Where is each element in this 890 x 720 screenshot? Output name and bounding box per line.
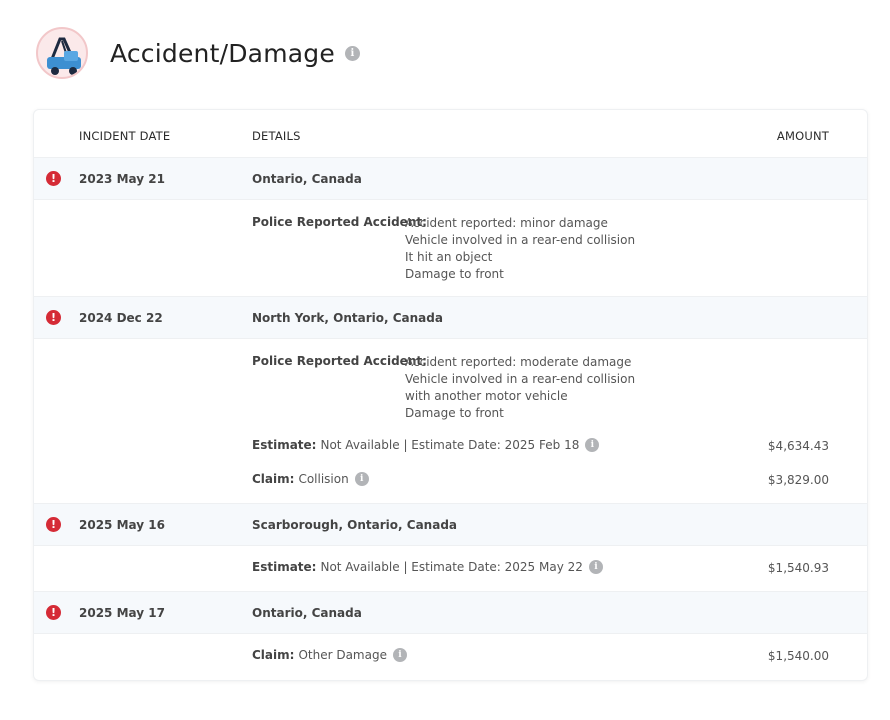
page-title: Accident/Damage [110, 38, 335, 68]
incident-date: 2024 Dec 22 [79, 311, 163, 325]
police-report-line: It hit an object [405, 250, 493, 264]
incident-row: ! 2024 Dec 22 North York, Ontario, Canad… [34, 297, 867, 339]
estimate-text: Not Available | Estimate Date: 2025 Feb … [320, 438, 580, 452]
alert-icon: ! [46, 310, 61, 325]
incident-row: ! 2025 May 16 Scarborough, Ontario, Cana… [34, 504, 867, 546]
alert-icon: ! [46, 171, 61, 186]
estimate-text: Not Available | Estimate Date: 2025 May … [320, 560, 583, 574]
incident-row: ! 2023 May 21 Ontario, Canada [34, 158, 867, 200]
info-icon[interactable]: i [344, 45, 360, 61]
tow-truck-icon [36, 27, 88, 79]
incident-details: Police Reported Accident: Accident repor… [34, 200, 867, 297]
incident-date: 2025 May 17 [79, 606, 165, 620]
info-icon[interactable]: i [354, 472, 369, 486]
claim-line: Claim: Other Damage i [252, 648, 407, 662]
incident-details: Police Reported Accident: Accident repor… [34, 339, 867, 504]
claim-line: Claim: Collision i [252, 472, 369, 486]
column-header-amount: AMOUNT [776, 129, 829, 143]
claim-text: Other Damage [298, 648, 387, 662]
claim-label: Claim: [252, 472, 295, 486]
police-report-line: Accident reported: minor damage [405, 216, 608, 230]
police-report-line: with another motor vehicle [405, 389, 568, 403]
incident-date: 2025 May 16 [79, 518, 165, 532]
incident-location: Scarborough, Ontario, Canada [252, 518, 458, 532]
incident-location: North York, Ontario, Canada [252, 311, 443, 325]
claim-label: Claim: [252, 648, 295, 662]
claim-amount: $3,829.00 [767, 473, 829, 487]
estimate-line: Estimate: Not Available | Estimate Date:… [252, 560, 603, 574]
incident-date: 2023 May 21 [79, 172, 165, 186]
police-report-lines: Accident reported: minor damage Vehicle … [405, 215, 635, 283]
police-report-line: Vehicle involved in a rear-end collision [405, 233, 636, 247]
claim-text: Collision [298, 472, 349, 486]
alert-icon: ! [46, 517, 61, 532]
info-icon[interactable]: i [588, 560, 603, 574]
police-report-line: Vehicle involved in a rear-end collision [405, 372, 636, 386]
estimate-label: Estimate: [252, 438, 317, 452]
incident-details: Claim: Other Damage i $1,540.00 [34, 634, 867, 680]
incident-row: ! 2025 May 17 Ontario, Canada [34, 592, 867, 634]
police-report-label: Police Reported Accident: [252, 354, 427, 368]
column-header-details: DETAILS [252, 129, 301, 143]
incident-details: Estimate: Not Available | Estimate Date:… [34, 546, 867, 592]
info-icon[interactable]: i [392, 648, 407, 662]
column-header-incident-date: INCIDENT DATE [79, 129, 171, 143]
accident-table: INCIDENT DATE DETAILS AMOUNT ! 2023 May … [33, 109, 868, 681]
info-icon[interactable]: i [585, 438, 600, 452]
table-header: INCIDENT DATE DETAILS AMOUNT [34, 110, 867, 158]
police-report-line: Damage to front [405, 406, 504, 420]
claim-amount: $1,540.00 [767, 649, 829, 663]
alert-icon: ! [46, 605, 61, 620]
police-report-line: Damage to front [405, 267, 504, 281]
police-report-lines: Accident reported: moderate damage Vehic… [405, 354, 635, 422]
estimate-line: Estimate: Not Available | Estimate Date:… [252, 438, 600, 452]
estimate-amount: $4,634.43 [767, 439, 829, 453]
police-report-label: Police Reported Accident: [252, 215, 427, 229]
page-header: Accident/Damage i [36, 26, 360, 80]
incident-location: Ontario, Canada [252, 172, 362, 186]
police-report-line: Accident reported: moderate damage [405, 355, 632, 369]
estimate-amount: $1,540.93 [767, 561, 829, 575]
incident-location: Ontario, Canada [252, 606, 362, 620]
estimate-label: Estimate: [252, 560, 317, 574]
